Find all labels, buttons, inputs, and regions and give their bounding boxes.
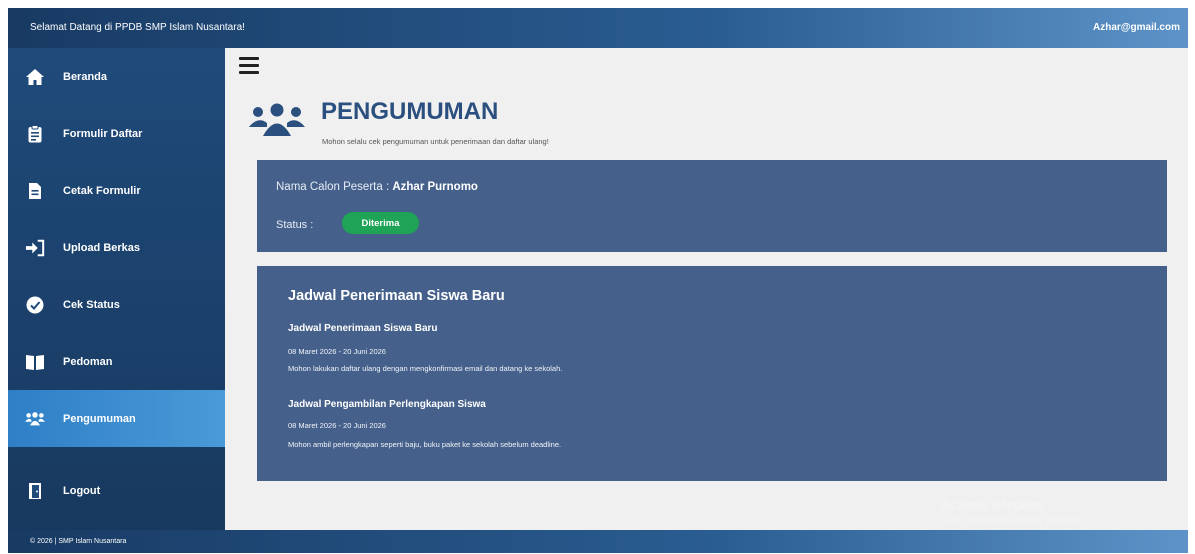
schedule-item-date: 08 Maret 2026 - 20 Juni 2026: [288, 347, 386, 356]
schedule-item-desc: Mohon lakukan daftar ulang dengan mengko…: [288, 364, 563, 373]
sidebar-item-formulir-daftar[interactable]: Formulir Daftar: [8, 105, 225, 162]
sidebar-item-upload-berkas[interactable]: Upload Berkas: [8, 219, 225, 276]
sidebar-item-label: Beranda: [63, 70, 108, 83]
book-icon: [25, 352, 45, 372]
page-subtitle: Mohon selalu cek pengumuman untuk peneri…: [322, 137, 549, 146]
schedule-title: Jadwal Penerimaan Siswa Baru: [288, 288, 505, 304]
schedule-item-title: Jadwal Pengambilan Perlengkapan Siswa: [288, 399, 486, 410]
applicant-name-row: Nama Calon Peserta : Azhar Purnomo: [276, 181, 478, 193]
sidebar-item-label: Pedoman: [63, 355, 113, 368]
home-icon: [25, 67, 45, 87]
schedule-item-title: Jadwal Penerimaan Siswa Baru: [288, 323, 438, 334]
sidebar-item-label: Formulir Daftar: [63, 127, 143, 140]
sign-in-icon: [25, 238, 45, 258]
top-bar: Selamat Datang di PPDB SMP Islam Nusanta…: [8, 8, 1188, 48]
sidebar-item-label: Logout: [63, 484, 101, 497]
page-title: PENGUMUMAN: [321, 98, 499, 125]
users-icon: [249, 103, 305, 142]
users-icon: [25, 409, 45, 429]
activate-windows-hint: Go to Settings to activate Windows.: [942, 515, 1085, 525]
applicant-name: Azhar Purnomo: [392, 181, 478, 193]
status-label: Status :: [276, 219, 314, 231]
sidebar-item-cek-status[interactable]: Cek Status: [8, 276, 225, 333]
sidebar-item-cetak-formulir[interactable]: Cetak Formulir: [8, 162, 225, 219]
sidebar-item-logout[interactable]: Logout: [8, 462, 225, 519]
sidebar-item-label: Upload Berkas: [63, 241, 141, 254]
sidebar-item-label: Cetak Formulir: [63, 184, 141, 197]
app-window: Selamat Datang di PPDB SMP Islam Nusanta…: [8, 8, 1188, 553]
schedule-item-date: 08 Maret 2026 - 20 Juni 2026: [288, 421, 386, 430]
form-icon: [25, 124, 45, 144]
status-badge: Diterima: [342, 212, 419, 234]
name-label: Nama Calon Peserta :: [276, 181, 393, 193]
sidebar-item-label: Pengumuman: [63, 412, 136, 425]
schedule-item-desc: Mohon ambil perlengkapan seperti baju, b…: [288, 440, 562, 449]
applicant-card: Nama Calon Peserta : Azhar Purnomo Statu…: [257, 160, 1167, 252]
door-icon: [25, 481, 45, 501]
sidebar-item-beranda[interactable]: Beranda: [8, 48, 225, 105]
document-icon: [25, 181, 45, 201]
check-circle-icon: [25, 295, 45, 315]
sidebar-item-pedoman[interactable]: Pedoman: [8, 333, 225, 390]
copyright-text: © 2026 | SMP Islam Nusantara: [30, 538, 127, 545]
activate-windows-watermark: Activate Windows: [942, 497, 1045, 512]
sidebar-item-pengumuman[interactable]: Pengumuman: [8, 390, 225, 447]
menu-toggle-icon[interactable]: [239, 57, 259, 75]
sidebar: Beranda Formulir Daftar Cetak Formulir U…: [8, 48, 225, 530]
main-content: PENGUMUMAN Mohon selalu cek pengumuman u…: [225, 48, 1188, 530]
schedule-card: Jadwal Penerimaan Siswa Baru Jadwal Pene…: [257, 266, 1167, 481]
welcome-text: Selamat Datang di PPDB SMP Islam Nusanta…: [30, 22, 245, 33]
footer: © 2026 | SMP Islam Nusantara: [8, 530, 1188, 553]
sidebar-item-label: Cek Status: [63, 298, 120, 311]
user-email[interactable]: Azhar@gmail.com: [1093, 22, 1180, 33]
